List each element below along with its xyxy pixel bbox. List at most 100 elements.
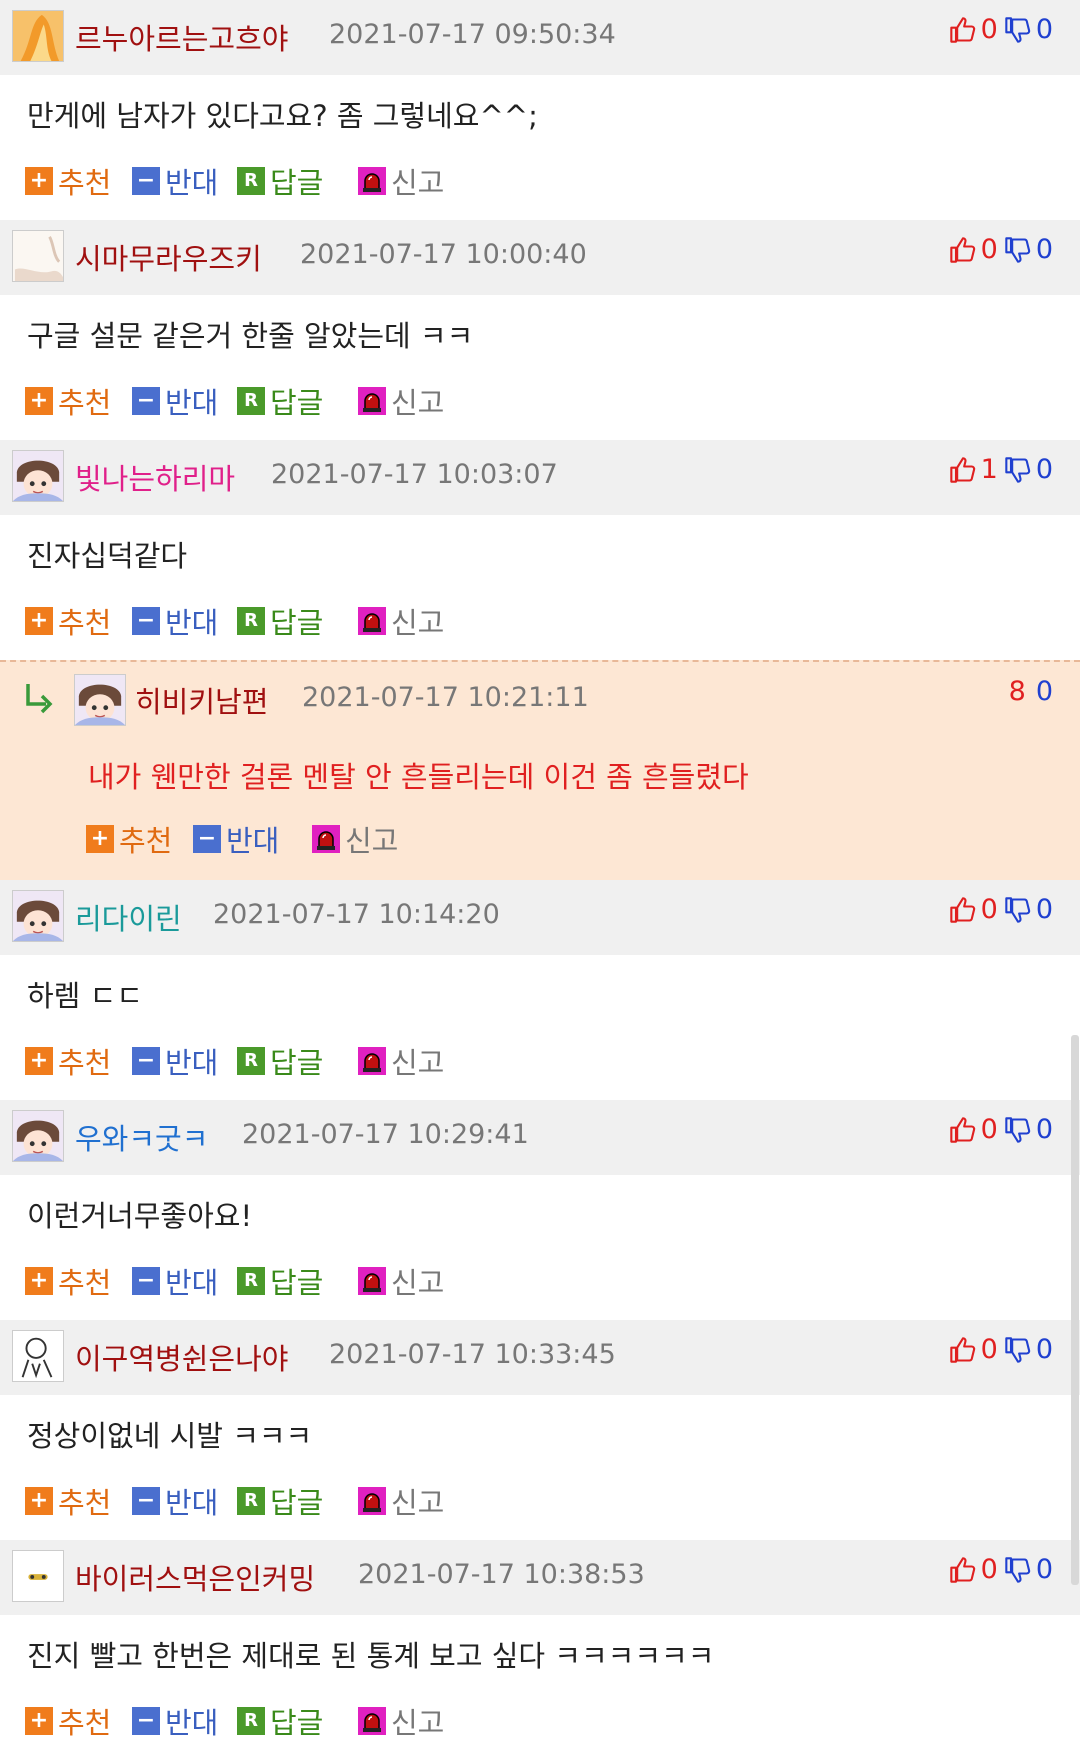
siren-icon [358, 1267, 386, 1295]
reply-button[interactable]: R 답글 [237, 160, 323, 202]
upvote-count: 0 [980, 1114, 998, 1145]
vote-counts: 00 [949, 234, 1053, 265]
minus-icon: − [132, 607, 160, 635]
thumbs-down-icon[interactable] [1004, 896, 1032, 924]
thumbs-down-icon[interactable] [1004, 1336, 1032, 1364]
recommend-button[interactable]: + 추천 [25, 1480, 111, 1522]
recommend-button[interactable]: + 추천 [25, 1260, 111, 1302]
reply-r-icon: R [237, 1487, 265, 1515]
nickname[interactable]: 바이러스먹은인커밍 [75, 1556, 315, 1598]
nickname[interactable]: 히비키남편 [135, 679, 268, 721]
action-label: 반대 [165, 386, 219, 420]
timestamp: 2021-07-17 10:14:20 [213, 899, 500, 930]
recommend-button[interactable]: + 추천 [25, 160, 111, 202]
report-button[interactable]: 신고 [358, 600, 444, 642]
action-label: 답글 [270, 1046, 324, 1080]
thumbs-down-icon[interactable] [1004, 16, 1032, 44]
avatar[interactable] [12, 1110, 64, 1162]
thumbs-up-icon[interactable] [949, 896, 977, 924]
siren-icon [358, 1487, 386, 1515]
thumbs-up-icon[interactable] [949, 1116, 977, 1144]
nickname[interactable]: 이구역병쉰은나야 [75, 1336, 288, 1378]
avatar[interactable] [12, 1330, 64, 1382]
scrollbar[interactable] [1071, 1035, 1079, 1585]
siren-icon [358, 1707, 386, 1735]
reply-button[interactable]: R 답글 [237, 1480, 323, 1522]
oppose-button[interactable]: − 반대 [132, 1480, 218, 1522]
upvote-count: 1 [980, 454, 998, 485]
action-label: 신고 [391, 1706, 445, 1740]
action-label: 답글 [270, 166, 324, 200]
report-button[interactable]: 신고 [358, 380, 444, 422]
reply-r-icon: R [237, 1047, 265, 1075]
plus-icon: + [25, 1487, 53, 1515]
reply-button[interactable]: R 답글 [237, 600, 323, 642]
thumbs-up-icon[interactable] [949, 456, 977, 484]
recommend-button[interactable]: + 추천 [25, 600, 111, 642]
avatar[interactable] [74, 674, 126, 726]
action-label: 반대 [165, 166, 219, 200]
timestamp: 2021-07-17 10:29:41 [242, 1119, 529, 1150]
upvote-count: 8 [1008, 676, 1026, 707]
comment-item: 이구역병쉰은나야 2021-07-17 10:33:45 0 0 정상이없네 시발 ㅋㅋ… [0, 1320, 1080, 1540]
thumbs-up-icon[interactable] [949, 1556, 977, 1584]
reply-button[interactable]: R 답글 [237, 380, 323, 422]
nickname[interactable]: 르누아르는고흐야 [75, 16, 288, 58]
nickname[interactable]: 빛나는하리마 [75, 456, 235, 498]
downvote-count: 0 [1035, 676, 1053, 707]
avatar[interactable] [12, 890, 64, 942]
reply-arrow-icon [22, 680, 58, 716]
action-label: 신고 [391, 1266, 445, 1300]
avatar[interactable] [12, 1550, 64, 1602]
comment-item: 르누아르는고흐야 2021-07-17 09:50:34 0 0 만게에 남자가 있다고… [0, 0, 1080, 220]
thumbs-up-icon[interactable] [949, 1336, 977, 1364]
upvote-count: 0 [980, 14, 998, 45]
downvote-count: 0 [1035, 1114, 1053, 1145]
nickname[interactable]: 리다이린 [75, 896, 182, 938]
recommend-button[interactable]: + 추천 [25, 1040, 111, 1082]
nickname[interactable]: 우와ㅋ굿ㅋ [75, 1116, 208, 1158]
action-label: 추천 [58, 1486, 112, 1520]
action-label: 답글 [270, 1486, 324, 1520]
vote-counts: 10 [949, 454, 1053, 485]
avatar[interactable] [12, 450, 64, 502]
vote-counts: 00 [949, 894, 1053, 925]
action-label: 반대 [165, 606, 219, 640]
nickname[interactable]: 시마무라우즈키 [75, 236, 262, 278]
siren-icon [358, 1047, 386, 1075]
oppose-button[interactable]: − 반대 [132, 1260, 218, 1302]
oppose-button[interactable]: − 반대 [193, 818, 279, 860]
recommend-button[interactable]: + 추천 [86, 818, 172, 860]
oppose-button[interactable]: − 반대 [132, 160, 218, 202]
thumbs-down-icon[interactable] [1004, 456, 1032, 484]
reply-r-icon: R [237, 1267, 265, 1295]
recommend-button[interactable]: + 추천 [25, 1700, 111, 1742]
report-button[interactable]: 신고 [312, 818, 398, 860]
avatar[interactable] [12, 230, 64, 282]
action-label: 반대 [165, 1706, 219, 1740]
report-button[interactable]: 신고 [358, 160, 444, 202]
oppose-button[interactable]: − 반대 [132, 1040, 218, 1082]
report-button[interactable]: 신고 [358, 1040, 444, 1082]
downvote-count: 0 [1035, 1554, 1053, 1585]
oppose-button[interactable]: − 반대 [132, 380, 218, 422]
thumbs-down-icon[interactable] [1004, 1116, 1032, 1144]
reply-button[interactable]: R 답글 [237, 1700, 323, 1742]
reply-button[interactable]: R 답글 [237, 1040, 323, 1082]
comment-item: 빛나는하리마 2021-07-17 10:03:07 1 0 진자십덕같다 + 추천 − 반대 R… [0, 440, 1080, 660]
report-button[interactable]: 신고 [358, 1700, 444, 1742]
reply-button[interactable]: R 답글 [237, 1260, 323, 1302]
avatar[interactable] [12, 10, 64, 62]
thumbs-down-icon[interactable] [1004, 236, 1032, 264]
oppose-button[interactable]: − 반대 [132, 1700, 218, 1742]
thumbs-up-icon[interactable] [949, 16, 977, 44]
oppose-button[interactable]: − 반대 [132, 600, 218, 642]
thumbs-down-icon[interactable] [1004, 1556, 1032, 1584]
report-button[interactable]: 신고 [358, 1480, 444, 1522]
thumbs-up-icon[interactable] [949, 236, 977, 264]
action-label: 답글 [270, 386, 324, 420]
report-button[interactable]: 신고 [358, 1260, 444, 1302]
upvote-count: 0 [980, 1554, 998, 1585]
siren-icon [358, 167, 386, 195]
recommend-button[interactable]: + 추천 [25, 380, 111, 422]
